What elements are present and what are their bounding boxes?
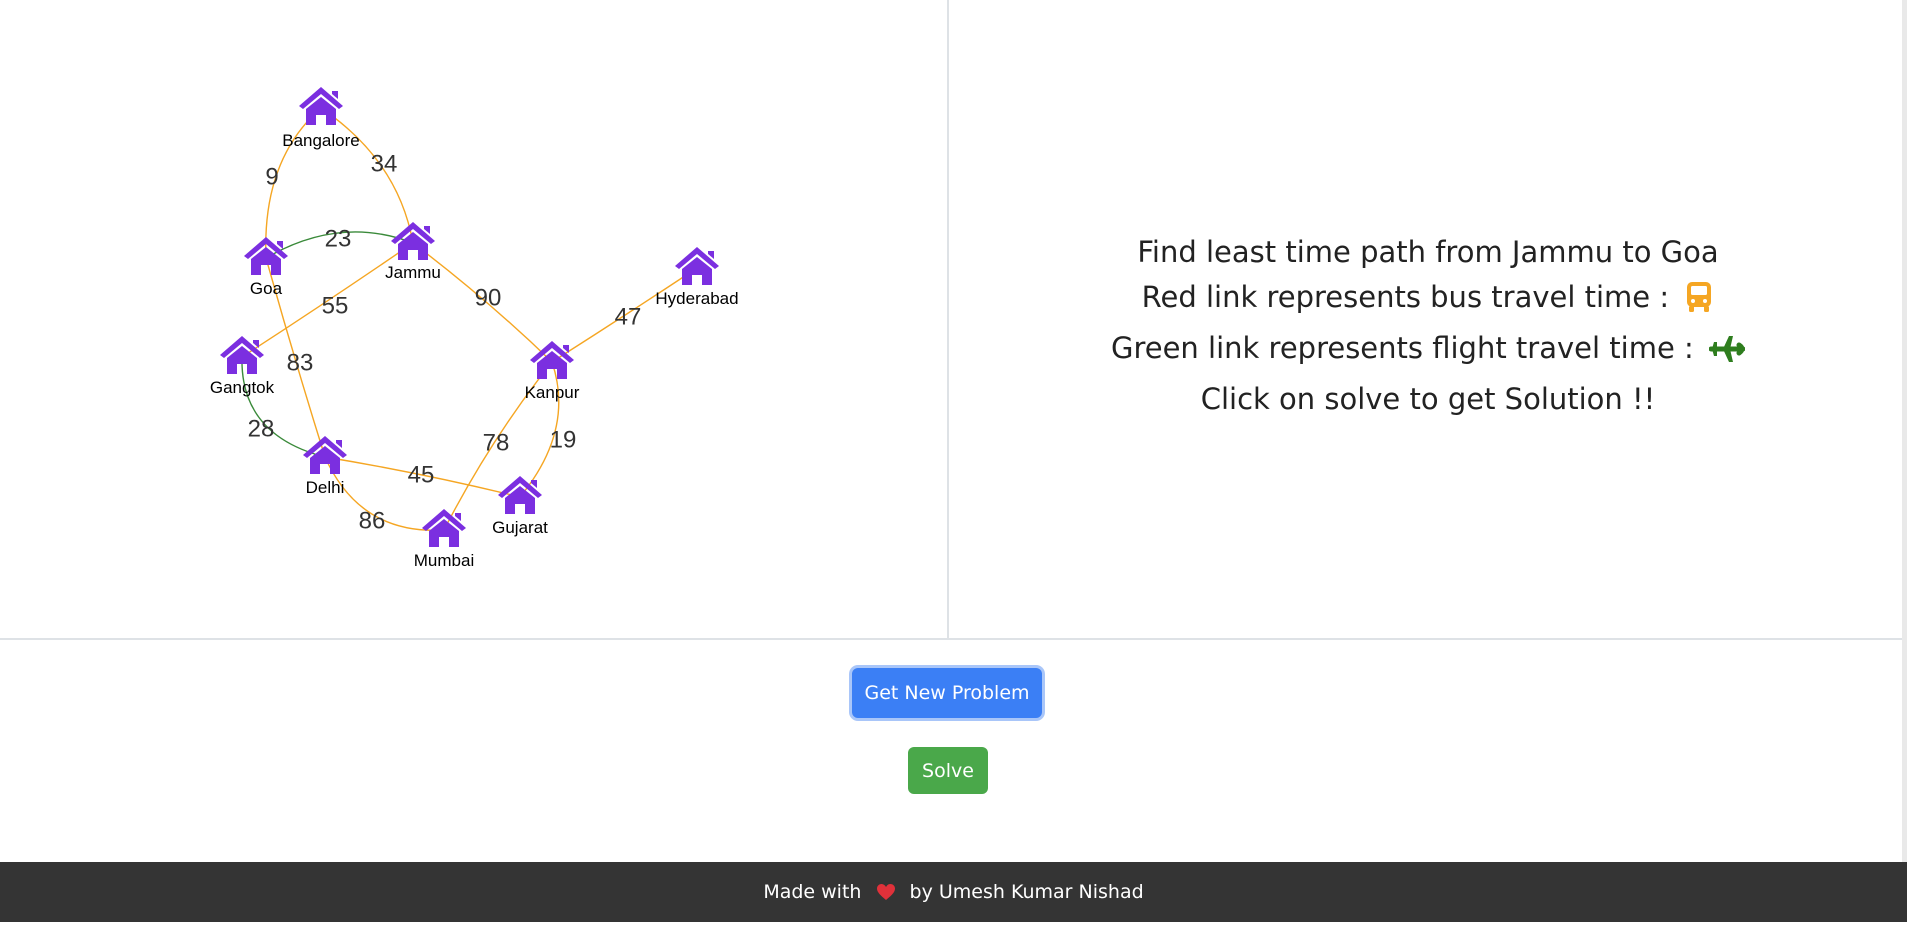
node-label-delhi: Delhi [306, 478, 345, 497]
edge-weight-kanpur-mumbai: 78 [483, 429, 510, 456]
house-icon [244, 237, 288, 275]
node-jammu[interactable]: Jammu [385, 222, 441, 282]
edge-weight-jammu-kanpur: 90 [475, 284, 502, 311]
node-label-bangalore: Bangalore [282, 131, 360, 150]
edge-weight-hyderabad-kanpur: 47 [615, 303, 642, 330]
instructions-panel: Find least time path from Jammu to Goa R… [949, 0, 1907, 639]
edge-weight-goa-jammu: 23 [325, 225, 352, 252]
node-delhi[interactable]: Delhi [303, 436, 347, 497]
node-label-goa: Goa [250, 279, 283, 298]
node-bangalore[interactable]: Bangalore [282, 87, 360, 150]
edge-weight-gangtok-delhi: 28 [248, 415, 275, 442]
house-icon [675, 247, 719, 285]
node-label-hyderabad: Hyderabad [655, 289, 738, 308]
node-label-gangtok: Gangtok [210, 378, 275, 397]
edge-bangalore-jammu [320, 107, 414, 244]
edge-weight-delhi-mumbai: 86 [359, 507, 386, 534]
heart-icon [876, 865, 896, 925]
solve-button[interactable]: Solve [908, 747, 988, 794]
instruction-bus-text: Red link represents bus travel time : [1141, 280, 1670, 314]
edge-weight-bangalore-jammu: 34 [371, 150, 398, 177]
graph-panel: 9 34 23 55 90 47 83 28 45 86 78 19 Bangalore Goa Jamm… [0, 0, 948, 639]
edge-weight-delhi-gujarat: 45 [408, 461, 435, 488]
instructions: Find least time path from Jammu to Goa R… [949, 230, 1907, 422]
node-gujarat[interactable]: Gujarat [492, 476, 548, 537]
edge-weight-bangalore-goa: 9 [265, 163, 278, 190]
node-label-gujarat: Gujarat [492, 518, 548, 537]
get-new-problem-button[interactable]: Get New Problem [852, 668, 1042, 718]
airplane-icon [1708, 332, 1746, 377]
edge-weight-kanpur-gujarat: 19 [550, 426, 577, 453]
house-icon [303, 436, 347, 474]
node-hyderabad[interactable]: Hyderabad [655, 247, 739, 308]
instruction-goal: Find least time path from Jammu to Goa [1137, 235, 1719, 269]
node-label-jammu: Jammu [385, 263, 441, 282]
node-mumbai[interactable]: Mumbai [414, 509, 474, 570]
nodes-layer: Bangalore Goa Jammu Hyderabad Gangtok Kanpur D… [210, 87, 739, 570]
house-icon [422, 509, 466, 547]
node-label-kanpur: Kanpur [525, 383, 580, 402]
instruction-flight: Green link represents flight travel time… [949, 326, 1907, 377]
instruction-bus: Red link represents bus travel time : [949, 275, 1907, 326]
horizontal-divider [0, 638, 1907, 640]
instruction-flight-text: Green link represents flight travel time… [1110, 331, 1694, 365]
instruction-solve: Click on solve to get Solution !! [1200, 382, 1656, 416]
scrollbar[interactable] [1902, 0, 1907, 862]
footer-suffix: by Umesh Kumar Nishad [909, 881, 1144, 903]
city-graph: 9 34 23 55 90 47 83 28 45 86 78 19 Bangalore Goa Jamm… [210, 87, 739, 570]
node-label-mumbai: Mumbai [414, 551, 474, 570]
footer: Made with by Umesh Kumar Nishad [0, 862, 1907, 922]
house-icon [498, 476, 542, 514]
footer-prefix: Made with [763, 881, 862, 903]
edge-weight-goa-delhi: 83 [287, 349, 314, 376]
edge-weight-jammu-gangtok: 55 [322, 292, 349, 319]
bus-icon [1684, 281, 1714, 326]
